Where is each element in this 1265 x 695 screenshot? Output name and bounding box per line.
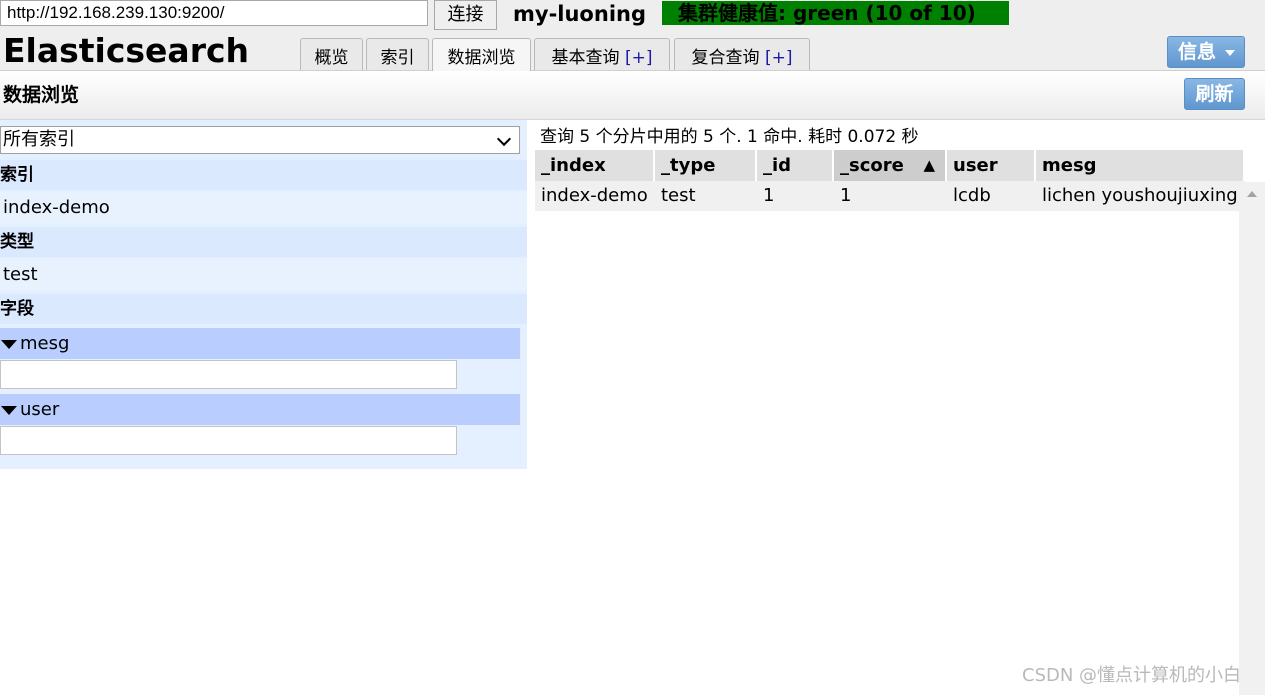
cluster-health-status: 集群健康值: green (10 of 10) [662, 1, 1009, 25]
cluster-url-input[interactable] [0, 0, 428, 26]
type-section-header: 类型 [0, 227, 527, 257]
table-cell: lcdb [946, 181, 1036, 211]
results-table: _index _type _id _score ▲ user mesg index… [535, 150, 1245, 211]
column-header-id[interactable]: _id [756, 150, 834, 181]
tab-compound-query[interactable]: 复合查询 [+] [674, 38, 810, 70]
field-filter-input-user[interactable] [0, 426, 457, 455]
column-header-mesg[interactable]: mesg [1035, 150, 1245, 181]
triangle-down-icon [1, 406, 17, 415]
tab-label: 数据浏览 [447, 48, 516, 68]
index-filter-item[interactable]: index-demo [0, 192, 527, 224]
app-header: 连接 my-luoning 集群健康值: green (10 of 10) El… [0, 0, 1265, 71]
index-section-header: 索引 [0, 160, 527, 190]
column-header-user[interactable]: user [946, 150, 1036, 181]
column-header-type[interactable]: _type [654, 150, 757, 181]
watermark: CSDN @懂点计算机的小白 [1022, 665, 1242, 686]
field-toggle-user[interactable]: user [0, 394, 520, 425]
field-toggle-mesg[interactable]: mesg [0, 328, 520, 359]
tab-overview[interactable]: 概览 [300, 38, 363, 70]
info-button[interactable]: 信息 [1167, 36, 1245, 68]
tab-browser[interactable]: 数据浏览 [432, 38, 531, 71]
table-row[interactable]: index-demo test 1 1 lcdb lichen youshouj… [535, 181, 1245, 211]
page-toolbar: 数据浏览 刷新 [0, 71, 1265, 120]
table-cell: 1 [833, 181, 947, 211]
column-header-label: _score [840, 155, 904, 176]
column-header-score[interactable]: _score ▲ [833, 150, 947, 181]
type-filter-item[interactable]: test [0, 259, 527, 291]
scroll-up-arrow-icon[interactable] [1247, 191, 1257, 197]
info-label: 信息 [1178, 41, 1217, 63]
page-title: 数据浏览 [3, 84, 80, 106]
table-header-row: _index _type _id _score ▲ user mesg [535, 150, 1245, 181]
app-title: Elasticsearch [3, 31, 250, 70]
tab-label: 概览 [314, 48, 349, 68]
table-cell: 1 [756, 181, 834, 211]
tab-label: 索引 [380, 48, 415, 68]
results-scrollbar[interactable] [1239, 182, 1265, 695]
filter-sidebar: 所有索引 索引 index-demo 类型 test 字段 mesg user [0, 120, 527, 469]
sort-ascending-icon: ▲ [923, 156, 935, 174]
field-section-header: 字段 [0, 294, 527, 324]
chevron-down-icon [496, 131, 512, 147]
column-header-index[interactable]: _index [535, 150, 655, 181]
tab-basic-query[interactable]: 基本查询 [+] [534, 38, 670, 70]
refresh-button[interactable]: 刷新 [1184, 78, 1245, 110]
index-select-value: 所有索引 [3, 129, 75, 150]
tab-plus: [+] [624, 48, 653, 68]
index-select[interactable]: 所有索引 [0, 126, 520, 154]
table-cell: lichen youshoujiuxing [1035, 181, 1245, 211]
tab-label: 复合查询 [691, 48, 765, 68]
query-summary: 查询 5 个分片中用的 5 个. 1 命中. 耗时 0.072 秒 [540, 127, 919, 147]
tab-plus: [+] [764, 48, 793, 68]
field-filter-input-mesg[interactable] [0, 360, 457, 389]
table-cell: test [654, 181, 757, 211]
tab-indices[interactable]: 索引 [366, 38, 429, 70]
field-name: user [20, 399, 60, 420]
chevron-down-icon [1225, 50, 1235, 56]
tab-label: 基本查询 [551, 48, 625, 68]
field-name: mesg [20, 333, 70, 354]
connect-button[interactable]: 连接 [434, 0, 497, 30]
triangle-down-icon [1, 340, 17, 349]
table-cell: index-demo [535, 181, 655, 211]
cluster-name: my-luoning [513, 2, 646, 26]
